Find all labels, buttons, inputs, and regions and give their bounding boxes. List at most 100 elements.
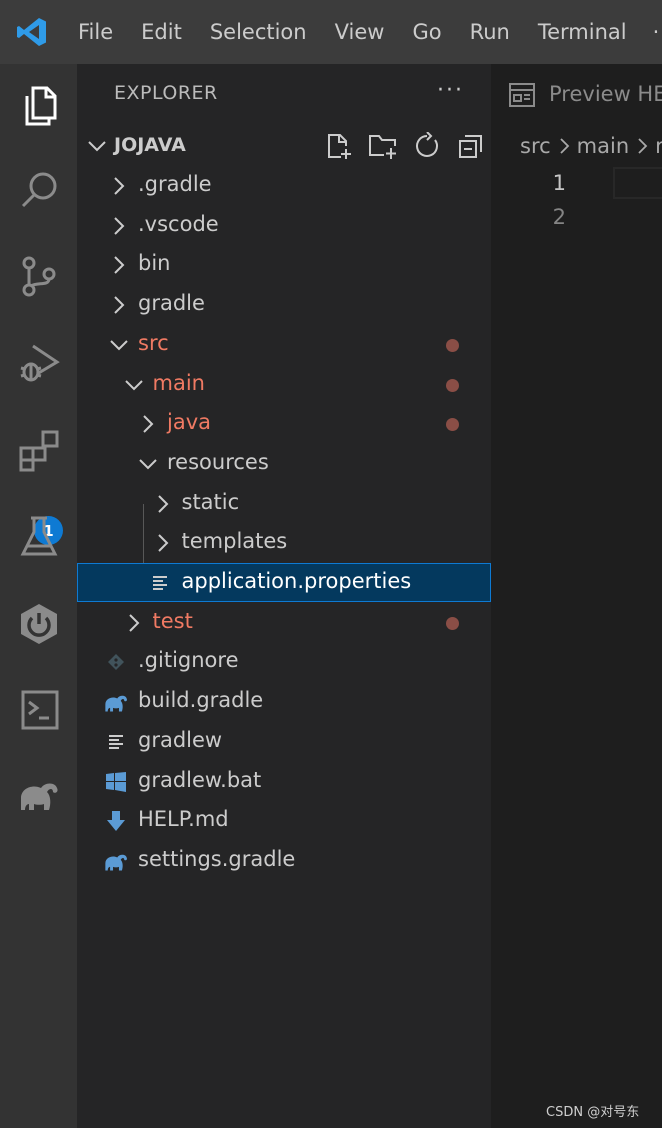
tree-item-label: gradlew.bat bbox=[138, 767, 262, 792]
breadcrumb-resources[interactable]: r bbox=[655, 134, 662, 158]
tree-item-label: resources bbox=[167, 449, 269, 474]
tab-bar: Preview HE bbox=[491, 64, 662, 126]
spring-boot-icon[interactable] bbox=[0, 584, 77, 664]
collapse-all-icon[interactable] bbox=[455, 130, 487, 162]
tree-item-label: test bbox=[152, 608, 193, 633]
editor-area: Preview HE src main r 1 2 bbox=[491, 64, 662, 1128]
workspace-section-header[interactable]: JOJAVA bbox=[77, 126, 491, 166]
elephant-icon bbox=[103, 848, 129, 874]
breadcrumb: src main r bbox=[520, 134, 662, 158]
file-item[interactable]: HELP.md bbox=[77, 801, 491, 841]
tab-label: Preview HE bbox=[549, 82, 662, 106]
folder-item[interactable]: templates bbox=[77, 523, 491, 563]
folder-item[interactable]: test bbox=[77, 603, 491, 643]
tree-item-label: templates bbox=[181, 529, 288, 554]
chevron-right-icon bbox=[560, 138, 569, 154]
search-icon[interactable] bbox=[0, 150, 77, 230]
tree-item-label: settings.gradle bbox=[138, 846, 296, 871]
explorer-title: EXPLORER bbox=[114, 82, 218, 104]
windows-icon bbox=[103, 769, 129, 795]
tree-item-label: application.properties bbox=[181, 569, 412, 593]
tab-preview[interactable]: Preview HE bbox=[491, 64, 662, 126]
chevron-right-icon[interactable] bbox=[151, 531, 175, 555]
tree-item-label: .gitignore bbox=[138, 648, 239, 673]
menu-selection[interactable]: Selection bbox=[196, 0, 321, 64]
folder-item[interactable]: .vscode bbox=[77, 206, 491, 246]
folder-item[interactable]: src bbox=[77, 325, 491, 365]
modified-indicator bbox=[446, 378, 459, 392]
terminal-icon[interactable] bbox=[0, 670, 77, 750]
chevron-right-icon[interactable] bbox=[107, 214, 131, 238]
new-file-icon[interactable] bbox=[323, 130, 355, 162]
explorer-sidebar: EXPLORER ··· JOJAVA .gradle .vscode bin gra… bbox=[77, 64, 491, 1128]
menu-view[interactable]: View bbox=[321, 0, 399, 64]
folder-item[interactable]: bin bbox=[77, 245, 491, 285]
file-item[interactable]: settings.gradle bbox=[77, 841, 491, 881]
chevron-down-icon[interactable] bbox=[107, 333, 131, 357]
folder-item[interactable]: .gradle bbox=[77, 166, 491, 206]
folder-item[interactable]: static bbox=[77, 484, 491, 524]
tree-item-label: static bbox=[181, 489, 240, 514]
tree-item-label: HELP.md bbox=[138, 807, 229, 832]
explorer-icon[interactable] bbox=[0, 66, 77, 146]
folder-item[interactable]: main bbox=[77, 365, 491, 405]
run-debug-icon[interactable] bbox=[0, 322, 77, 402]
tree-item-label: build.gradle bbox=[138, 688, 264, 713]
breadcrumb-src[interactable]: src bbox=[520, 134, 551, 158]
line-number: 2 bbox=[552, 205, 566, 229]
lines-icon bbox=[147, 570, 173, 596]
modified-indicator bbox=[446, 616, 459, 630]
tree-item-label: .vscode bbox=[138, 211, 219, 236]
menu-go[interactable]: Go bbox=[398, 0, 455, 64]
vscode-logo-icon bbox=[0, 0, 64, 64]
folder-item[interactable]: gradle bbox=[77, 285, 491, 325]
modified-indicator bbox=[446, 338, 459, 352]
source-control-icon[interactable] bbox=[0, 236, 77, 316]
file-item[interactable]: gradlew.bat bbox=[77, 762, 491, 802]
current-line-highlight[interactable] bbox=[613, 167, 662, 199]
chevron-down-icon bbox=[88, 141, 106, 152]
chevron-right-icon[interactable] bbox=[107, 253, 131, 277]
file-item[interactable]: application.properties bbox=[77, 563, 491, 602]
line-number: 1 bbox=[552, 171, 566, 195]
title-bar: File Edit Selection View Go Run Terminal… bbox=[0, 0, 662, 64]
menu-terminal[interactable]: Terminal bbox=[524, 0, 641, 64]
folder-item[interactable]: resources bbox=[77, 444, 491, 484]
chevron-right-icon[interactable] bbox=[151, 492, 175, 516]
download-arrow-icon bbox=[103, 808, 129, 834]
tree-item-label: main bbox=[152, 370, 205, 395]
more-actions-icon[interactable]: ··· bbox=[437, 78, 464, 103]
chevron-right-icon[interactable] bbox=[107, 174, 131, 198]
extensions-icon[interactable] bbox=[0, 410, 77, 490]
chevron-right-icon[interactable] bbox=[107, 293, 131, 317]
tree-item-label: .gradle bbox=[138, 172, 212, 196]
chevron-right-icon bbox=[638, 138, 648, 154]
menu-overflow-icon[interactable]: · bbox=[641, 20, 660, 44]
lines-icon bbox=[103, 729, 129, 755]
tree-item-label: src bbox=[138, 330, 169, 355]
breadcrumb-main[interactable]: main bbox=[577, 134, 629, 158]
menu-file[interactable]: File bbox=[64, 0, 127, 64]
elephant-icon bbox=[103, 689, 129, 715]
menu-run[interactable]: Run bbox=[456, 0, 524, 64]
file-item[interactable]: .gitignore bbox=[77, 642, 491, 682]
chevron-down-icon[interactable] bbox=[136, 452, 160, 476]
file-item[interactable]: gradlew bbox=[77, 722, 491, 762]
menu-edit[interactable]: Edit bbox=[127, 0, 196, 64]
file-item[interactable]: build.gradle bbox=[77, 682, 491, 722]
preview-icon bbox=[509, 83, 535, 107]
gradle-icon[interactable] bbox=[0, 756, 77, 836]
tree-item-label: gradle bbox=[138, 291, 205, 316]
refresh-icon[interactable] bbox=[411, 130, 443, 162]
testing-icon[interactable] bbox=[0, 496, 77, 576]
folder-item[interactable]: java bbox=[77, 404, 491, 444]
activity-bar: 1 bbox=[0, 64, 77, 1128]
chevron-right-icon[interactable] bbox=[136, 412, 160, 436]
git-icon bbox=[103, 649, 129, 675]
chevron-down-icon[interactable] bbox=[122, 373, 146, 397]
tree-item-label: gradlew bbox=[138, 727, 223, 752]
modified-indicator bbox=[446, 418, 459, 432]
new-folder-icon[interactable] bbox=[367, 130, 399, 162]
chevron-right-icon[interactable] bbox=[122, 611, 146, 635]
workspace-title: JOJAVA bbox=[114, 134, 186, 156]
